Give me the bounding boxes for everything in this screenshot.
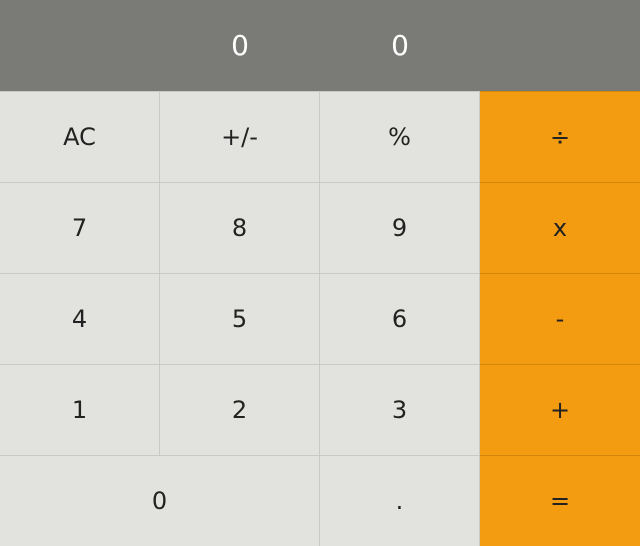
sign-button[interactable]: +/- <box>160 91 320 182</box>
digit-9-button[interactable]: 9 <box>320 182 480 273</box>
plus-button[interactable]: + <box>480 364 640 455</box>
equals-button[interactable]: = <box>480 455 640 546</box>
divide-button[interactable]: ÷ <box>480 91 640 182</box>
digit-3-button[interactable]: 3 <box>320 364 480 455</box>
keypad: AC +/- % ÷ 7 8 9 x 4 5 6 - 1 2 3 + 0 . = <box>0 91 640 546</box>
display-value-right: 0 <box>320 29 480 62</box>
digit-6-button[interactable]: 6 <box>320 273 480 364</box>
multiply-button[interactable]: x <box>480 182 640 273</box>
clear-button[interactable]: AC <box>0 91 160 182</box>
digit-7-button[interactable]: 7 <box>0 182 160 273</box>
display: 0 0 <box>0 0 640 91</box>
digit-1-button[interactable]: 1 <box>0 364 160 455</box>
digit-2-button[interactable]: 2 <box>160 364 320 455</box>
digit-0-button[interactable]: 0 <box>0 455 320 546</box>
percent-button[interactable]: % <box>320 91 480 182</box>
minus-button[interactable]: - <box>480 273 640 364</box>
display-value-left: 0 <box>160 29 320 62</box>
digit-5-button[interactable]: 5 <box>160 273 320 364</box>
decimal-button[interactable]: . <box>320 455 480 546</box>
digit-8-button[interactable]: 8 <box>160 182 320 273</box>
calculator-app: 0 0 AC +/- % ÷ 7 8 9 x 4 5 6 - 1 2 3 + 0… <box>0 0 640 546</box>
digit-4-button[interactable]: 4 <box>0 273 160 364</box>
